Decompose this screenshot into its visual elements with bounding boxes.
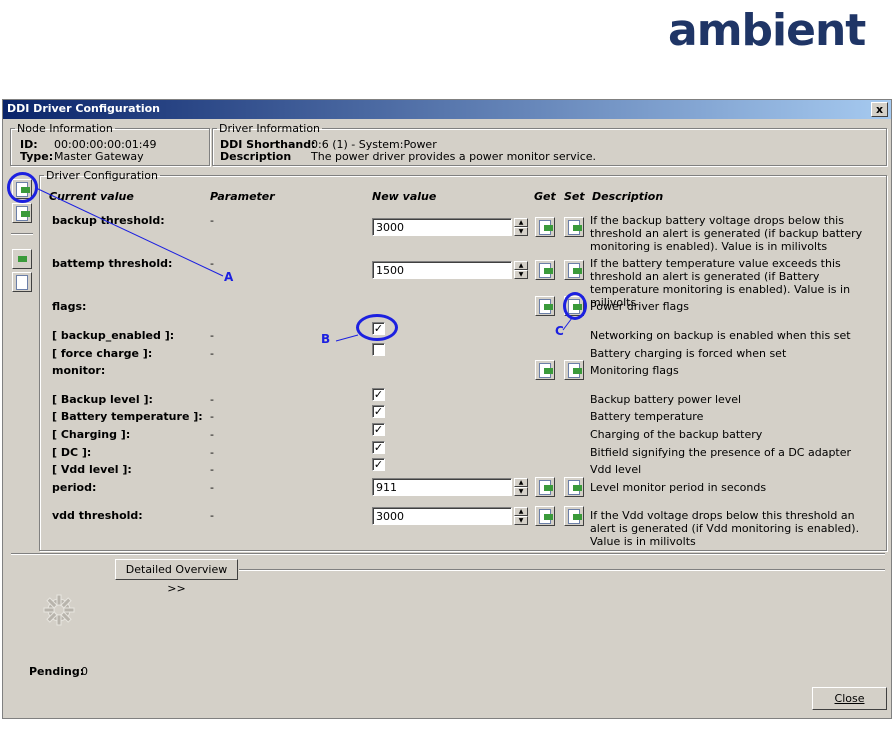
annotation-label-c: C [555,324,564,338]
annotation-label-a: A [224,270,234,284]
highlight-circle-b [356,314,398,341]
highlight-circle-c [563,292,587,320]
annotation-lines [35,187,573,342]
annotation-label-b: B [321,332,331,346]
highlight-circle-a [7,172,38,203]
